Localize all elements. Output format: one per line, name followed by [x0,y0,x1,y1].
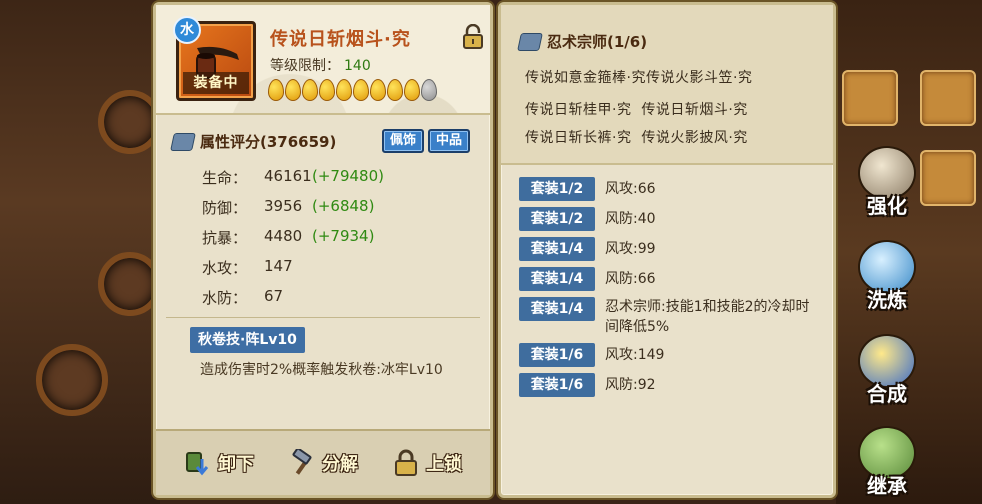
unequip-icon [186,452,209,476]
lock-icon[interactable] [462,24,484,50]
set-piece-row: 传说如意金箍棒·究传说火影斗笠·究 [525,67,752,87]
set-effect: 风攻:149 [605,347,665,363]
set-effect: 风防:40 [605,211,656,227]
grade-tag: 中品 [428,129,471,153]
background-equip-slot [842,70,898,126]
inherit-label: 继承 [867,474,907,498]
stat-row: 水攻： 147 [202,257,312,278]
star-filled-icon [370,79,386,101]
star-filled-icon [319,79,335,101]
stat-bonus: (+6848) [312,197,375,215]
enhance-label: 强化 [867,194,907,218]
set-piece: 传说日斩长裤·究 [525,130,632,146]
unequip-label: 卸下 [218,454,254,475]
type-tag: 佩饰 [382,129,425,153]
decompose-button[interactable]: 分解 [288,445,358,481]
set-piece: 传说火影斗笠·究 [645,70,753,86]
set-piece: 传说火影披风·究 [641,130,748,146]
hammer-icon [292,449,312,475]
stat-bonus: (+79480) [312,167,384,185]
star-filled-icon [268,79,284,101]
set-tier-badge: 套装1/2 [519,207,595,231]
stat-row: 抗暴： 4480 (+7934) [202,227,374,248]
synthesize-label: 合成 [867,382,907,406]
scroll-icon [517,32,543,51]
set-tier-badge: 套装1/4 [519,237,595,261]
item-action-bar: 卸下 分解 上锁 [156,429,490,495]
lock-label: 上锁 [426,454,462,475]
inherit-button[interactable]: 继承 [852,426,922,502]
star-rating [268,79,437,101]
set-effect: 风攻:99 [605,241,656,257]
decompose-label: 分解 [322,454,358,475]
set-name: 忍术宗师(1/6) [547,33,648,51]
lock-button[interactable]: 上锁 [392,445,462,481]
attribute-score-header: 属性评分(376659) [170,131,337,152]
set-piece: 传说日斩桂甲·究 [525,102,632,118]
skill-name: 秋卷技·阵Lv10 [190,327,305,353]
stat-value: 3956 [264,197,303,215]
set-pieces-section: 忍术宗师(1/6) 传说如意金箍棒·究传说火影斗笠·究 传说日斩桂甲·究 传说日… [501,5,833,165]
stat-label: 防御： [202,199,248,217]
skill-description: 造成伤害时2%概率触发秋卷:冰牢Lv10 [200,362,443,378]
set-piece: 传说如意金箍棒·究 [525,70,646,86]
item-header: 水 装备中 传说日斩烟斗·究 等级限制： 140 [156,5,490,115]
set-piece-row: 传说日斩桂甲·究 传说日斩烟斗·究 [525,99,748,119]
stat-label: 水攻： [202,259,248,277]
star-filled-icon [336,79,352,101]
star-empty-icon [421,79,437,101]
set-effect: 忍术宗师:技能1和技能2的冷却时间降低5% [605,299,810,335]
stat-row: 防御： 3956 (+6848) [202,197,374,218]
stat-value: 4480 [264,227,303,245]
stat-row: 水防： 67 [202,287,312,308]
stat-row: 生命： 46161 (+79480) [202,167,384,188]
set-piece-row: 传说日斩长裤·究 传说火影披风·究 [525,127,748,147]
item-detail-panel: 水 装备中 传说日斩烟斗·究 等级限制： 140 属性评分(376659) 佩饰 … [153,2,493,498]
enhance-button[interactable]: 强化 [852,146,922,222]
set-piece: 传说日斩烟斗·究 [641,102,748,118]
set-effect: 风攻:66 [605,181,656,197]
set-effect: 风防:92 [605,377,656,393]
stat-value: 67 [264,287,284,305]
set-bonus-panel: 忍术宗师(1/6) 传说如意金箍棒·究传说火影斗笠·究 传说日斩桂甲·究 传说日… [498,2,836,498]
refine-button[interactable]: 洗炼 [852,240,922,316]
lock-icon [395,449,417,476]
star-filled-icon [387,79,403,101]
star-filled-icon [302,79,318,101]
set-tier-badge: 套装1/6 [519,343,595,367]
set-tier-badge: 套装1/6 [519,373,595,397]
item-icon-frame: 水 装备中 [173,16,256,101]
item-name: 传说日斩烟斗·究 [270,29,411,50]
level-value: 140 [344,58,371,74]
synthesize-button[interactable]: 合成 [852,334,922,410]
stat-bonus: (+7934) [312,227,375,245]
star-filled-icon [353,79,369,101]
water-element-badge: 水 [173,16,201,44]
set-tier-badge: 套装1/4 [519,297,595,321]
set-tier-badge: 套装1/2 [519,177,595,201]
star-filled-icon [404,79,420,101]
level-label: 等级限制： [270,58,340,74]
stat-label: 生命： [202,169,248,187]
level-requirement: 等级限制： 140 [270,55,371,75]
stat-label: 抗暴： [202,229,248,247]
unequip-button[interactable]: 卸下 [184,445,254,481]
stat-label: 水防： [202,289,248,307]
background-slot-ring [36,344,108,416]
background-equip-slot [920,70,976,126]
attribute-score-label: 属性评分(376659) [200,133,337,151]
scroll-icon [170,132,196,151]
set-effect: 风防:66 [605,271,656,287]
refine-label: 洗炼 [867,288,907,312]
set-tier-badge: 套装1/4 [519,267,595,291]
stat-value: 46161 [264,167,312,185]
equipped-label: 装备中 [183,72,249,94]
divider [166,317,480,318]
star-filled-icon [285,79,301,101]
stat-value: 147 [264,257,293,275]
set-header: 忍术宗师(1/6) [517,31,648,52]
background-equip-slot [920,150,976,206]
